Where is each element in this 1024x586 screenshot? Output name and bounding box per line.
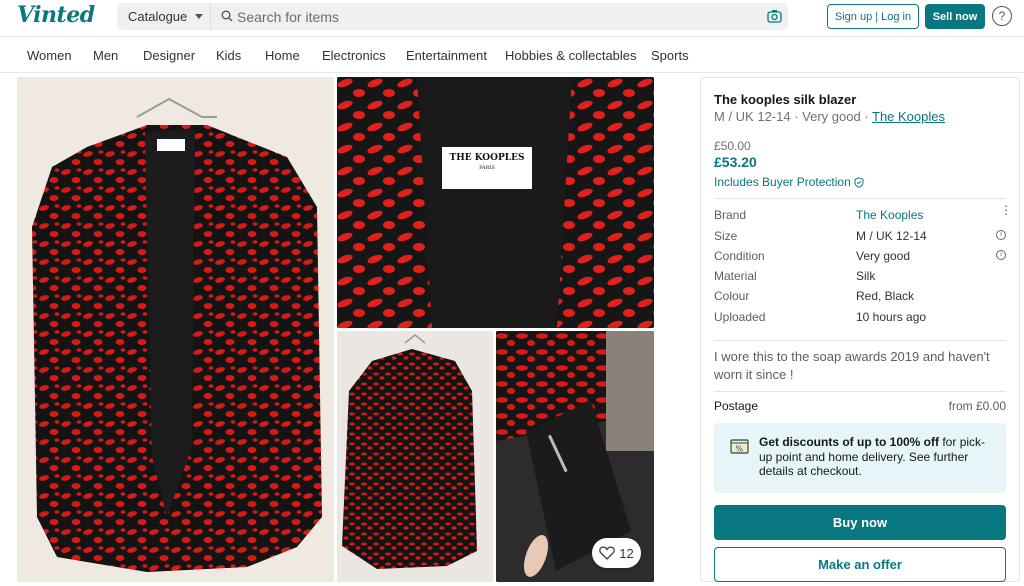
- nav-item-men[interactable]: Men: [93, 48, 118, 63]
- header: Vinted Catalogue Sign up | Log in Sell n…: [0, 0, 1024, 37]
- item-description: I wore this to the soap awards 2019 and …: [714, 349, 990, 382]
- search-bar: Catalogue: [117, 3, 788, 30]
- detail-label-condition: Condition: [714, 249, 765, 263]
- detail-value-size: M / UK 12-14: [856, 229, 927, 243]
- blazer-label-illustration: [337, 77, 654, 328]
- search-input[interactable]: [237, 7, 757, 26]
- detail-label-brand: Brand: [714, 208, 747, 222]
- item-photo-main[interactable]: [17, 77, 334, 582]
- sell-now-button[interactable]: Sell now: [925, 4, 985, 29]
- catalogue-dropdown[interactable]: Catalogue: [117, 3, 211, 30]
- more-options-icon[interactable]: ⋮: [1000, 204, 1012, 216]
- item-summary-text: M / UK 12-14 · Very good ·: [714, 109, 872, 124]
- detail-value-condition: Very good: [856, 249, 911, 263]
- nav-item-hobbies[interactable]: Hobbies & collectables: [505, 48, 637, 63]
- buyer-protection-info[interactable]: Includes Buyer Protection: [714, 175, 864, 189]
- detail-value-brand[interactable]: The Kooples: [856, 208, 923, 222]
- heart-icon: [599, 546, 616, 560]
- divider: [714, 198, 1006, 199]
- category-nav: Women Men Designer Kids Home Electronics…: [0, 38, 1024, 73]
- item-details-panel: The kooples silk blazer M / UK 12-14 · V…: [700, 77, 1020, 582]
- shipping-discount-text: Get discounts of up to 100% off for pick…: [759, 435, 989, 479]
- vinted-logo[interactable]: Vinted: [17, 2, 95, 28]
- catalogue-label: Catalogue: [128, 9, 188, 24]
- detail-label-material: Material: [714, 269, 757, 283]
- nav-item-entertainment[interactable]: Entertainment: [406, 48, 487, 63]
- shield-icon: [854, 176, 864, 188]
- buyer-protection-text: Includes Buyer Protection: [714, 175, 851, 189]
- search-icon: [221, 10, 233, 22]
- chevron-down-icon: [195, 14, 204, 19]
- blazer-back-illustration: [342, 334, 477, 569]
- nav-item-sports[interactable]: Sports: [651, 48, 689, 63]
- nav-item-designer[interactable]: Designer: [143, 48, 195, 63]
- promo-bold-text: Get discounts of up to 100% off: [759, 435, 940, 449]
- nav-item-women[interactable]: Women: [27, 48, 72, 63]
- discount-tag-icon: %: [730, 439, 749, 454]
- svg-text:%: %: [736, 445, 744, 454]
- brand-link[interactable]: The Kooples: [872, 109, 945, 124]
- postage-value: from £0.00: [948, 399, 1006, 413]
- detail-label-size: Size: [714, 229, 738, 243]
- label-brand-text: THE KOOPLES: [449, 153, 525, 163]
- shipping-discount-banner: % Get discounts of up to 100% off for pi…: [714, 423, 1006, 493]
- item-title: The kooples silk blazer: [714, 92, 857, 107]
- postage-label: Postage: [714, 399, 759, 413]
- detail-value-colour: Red, Black: [856, 289, 915, 303]
- divider: [714, 391, 1006, 392]
- divider: [714, 340, 1006, 341]
- nav-item-electronics[interactable]: Electronics: [322, 48, 386, 63]
- signup-login-button[interactable]: Sign up | Log in: [827, 4, 919, 29]
- favourite-button[interactable]: 12: [592, 538, 641, 568]
- make-offer-button[interactable]: Make an offer: [714, 547, 1006, 582]
- detail-value-uploaded: 10 hours ago: [856, 310, 927, 324]
- size-info-icon[interactable]: i: [996, 230, 1006, 240]
- camera-icon[interactable]: [767, 9, 782, 23]
- help-icon[interactable]: ?: [992, 6, 1012, 26]
- brand-label-tag: THE KOOPLES PARIS: [442, 147, 532, 189]
- detail-label-uploaded: Uploaded: [714, 310, 766, 324]
- item-photo-label[interactable]: THE KOOPLES PARIS: [337, 77, 654, 328]
- likes-count: 12: [619, 545, 634, 561]
- label-city-text: PARIS: [479, 165, 495, 171]
- item-price-with-protection[interactable]: £53.20: [714, 154, 757, 170]
- item-summary: M / UK 12-14 · Very good · The Kooples: [714, 109, 945, 124]
- nav-item-home[interactable]: Home: [265, 48, 300, 63]
- nav-item-kids[interactable]: Kids: [216, 48, 241, 63]
- buy-now-button[interactable]: Buy now: [714, 505, 1006, 540]
- detail-value-material: Silk: [856, 269, 876, 283]
- blazer-front-illustration: [32, 97, 322, 572]
- condition-info-icon[interactable]: i: [996, 250, 1006, 260]
- detail-label-colour: Colour: [714, 289, 750, 303]
- item-price: £50.00: [714, 139, 751, 153]
- item-photo-back[interactable]: [337, 331, 493, 582]
